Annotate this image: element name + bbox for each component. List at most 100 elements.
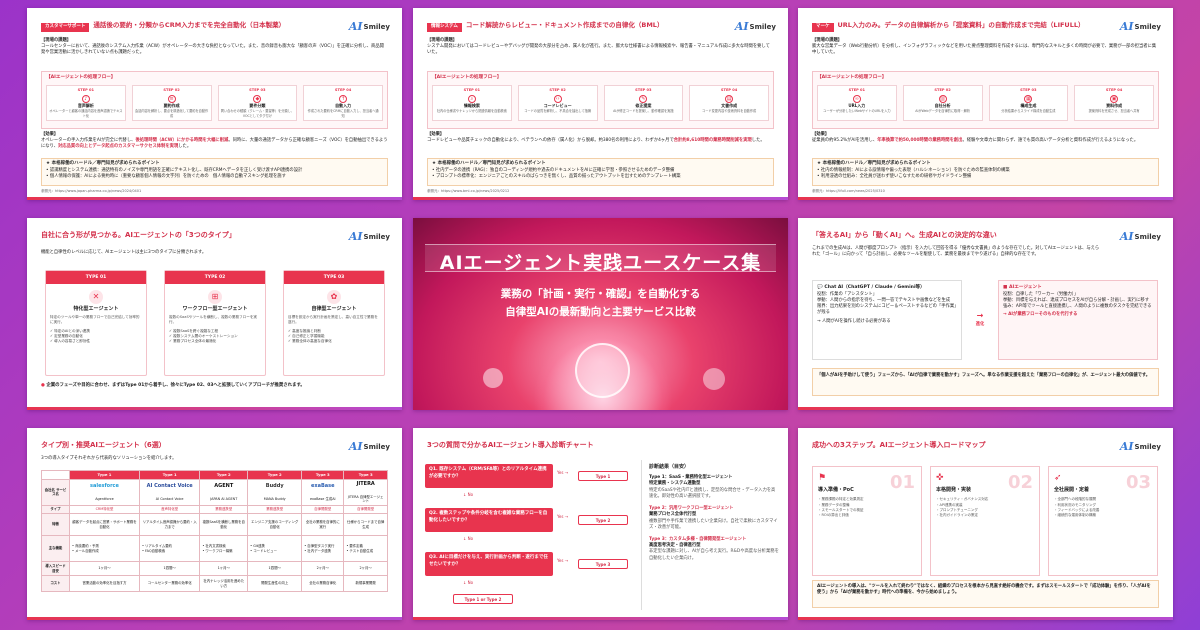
case-title: URL入力のみ。データの自律解析から「提案資料」の自動作成まで完結（LIFULL… <box>837 21 1085 29</box>
hint-box: ★ 本格稼働のハードル／専門知見が求められるポイント • 社内データの連携（RAG… <box>427 158 774 186</box>
brand-logo: AI Smiley <box>734 20 776 33</box>
flow-step: STEP 01 ∞ URL入力 ユーザーが分析したいWebサイトのURLを入力 <box>817 85 897 121</box>
tools-icon: ✜ <box>936 473 944 483</box>
slide-recommended-agents: タイプ別・推奨AIエージェント（6選） AI Smiley 3つの導入タイプそれぞ… <box>27 428 402 620</box>
reference-link[interactable]: 参照元：https://www.bml.co.jp/news/2025/0212 <box>427 189 509 194</box>
service-cell: AGENT JAPAN AI AGENT <box>199 478 249 507</box>
comparison-table: Type 1 Type 1 Type 2 Type 2 Type 3 Type 3 会社名… <box>41 470 388 593</box>
result-section: 【効果】 オペレーターの手入力作業をAIが完全に代替し、後処理時間（ACW）にかか… <box>41 132 388 150</box>
roadmap-step: 03 ➶ 全社展開・定着 ・全部門への段階的な展開 ・利用状況のモニタリング ・フィードバ… <box>1048 466 1158 576</box>
lightbulb-icon: ● <box>41 383 45 388</box>
flow-step: STEP 03 ✎ 修正提案 AIが修正コードを提案し、動作確認を実施 <box>603 85 684 121</box>
slide-roadmap: 成功への3ステップ。AIエージェント導入ロードマップ AI Smiley 01 ⚑ 導… <box>798 428 1173 620</box>
summary-box: 「個人がAIを手助けして使う」フェーズから、「AIが自律で業務を動かす」フェーズ… <box>812 368 1159 396</box>
closing-note: AIエージェントの導入は、"ツールを入れて終わり"ではなく、組織のプロセスを根本… <box>812 580 1159 608</box>
flow-step: STEP 02 ≡ 要約作成 会話内容を解析し、要点を構造化して要約を自動作成 <box>131 85 212 121</box>
brand-logo: AI Smiley <box>1119 440 1161 453</box>
arrow-right-icon: → <box>564 470 569 475</box>
rocket-icon: ➶ <box>1054 473 1062 483</box>
service-cell: exaBase exaBase 生成AI <box>301 478 345 507</box>
brand-logo: AI Smiley <box>1119 20 1161 33</box>
issue-section: 【現場の課題】 膨大な営業データ（Web行動分析）を分析し、インフォグラフィックな… <box>812 38 1157 56</box>
roadmap-step: 01 ⚑ 導入準備・PoC ・業務課題の特定と効果測定 ・業務データの整備 ・スモールスタ… <box>812 466 922 576</box>
cover-title: AIエージェント実践ユースケース集 <box>439 252 762 274</box>
arrow-down-icon: ↓ <box>463 580 467 585</box>
flow-step: STEP 04 ▤ 文書作成 コード変更内容や技術資料を自動作成 <box>689 85 769 121</box>
hint-box: ★ 本格稼働のハードル／専門知見が求められるポイント • 認識精度とシステム連携：… <box>41 158 388 186</box>
slide-difference: 「答えるAI」から「動くAI」へ。生成AIとの決定的な違い AI Smiley こ… <box>798 218 1173 410</box>
flow-step: STEP 01 ♪ 音声解析 オペレーターと顧客の通話内容を音声認識でテキスト化 <box>46 85 126 121</box>
flow-step: STEP 04 ↑ 自動入力 作成された要約をCRMに自動入力し、担当者へ通知 <box>303 85 383 121</box>
slide-case-it: 情報システム コード解読からレビュー・ドキュメント作成までの自律化（BML） AI… <box>413 8 788 200</box>
cover-subtitle-1: 業務の「計画・実行・確認」を自動化する <box>500 288 701 300</box>
type-card: TYPE 02 ⊞ ワークフロー型エージェント 複数のSaaSやツールを横断し、… <box>164 270 266 376</box>
slide-case-customer-support: カスタマーサポート 通話後の要約・分類からCRM入力までを完全自動化（日本製薬） … <box>27 8 402 200</box>
answer-type-1: Type 1 <box>578 471 628 481</box>
service-cell: JITERA JITERA 自律型エージェント <box>343 478 388 507</box>
slide-title: 成功への3ステップ。AIエージェント導入ロードマップ <box>812 441 986 449</box>
ai-agent-box: ■ AIエージェント 役割：自律した「ワーカー（労働力）」 挙動：目標を与えれば、… <box>998 280 1158 360</box>
reference-link[interactable]: 参照元：https://lifull.com/news/2025/0310 <box>812 189 885 194</box>
table-row: 特徴 顧客データを起点に営業・サポート業務を自動化 リアルタイム音声認識から要約・入… <box>41 513 388 537</box>
answer-type-2: Type 2 <box>578 515 628 525</box>
arrow-right-icon: → <box>564 558 569 563</box>
roadmap-step: 02 ✜ 本格開発・実装 ・セキュリティ・ガバナンス対応 ・API連携の実装 ・プロンプト… <box>930 466 1040 576</box>
robot-icon: ■ <box>1003 285 1008 290</box>
case-title: コード解読からレビュー・ドキュメント作成までの自律化（BML） <box>465 21 664 29</box>
chat-ai-box: 💬 Chat AI（ChatGPT / Claude / Gemini等） 役割… <box>812 280 962 360</box>
intro-text: これまでの生成AIは、人間が都度プロンプト（指示）を入力して回答を得る「優秀な文… <box>812 246 1100 258</box>
flow-box: 【AIエージェントの処理フロー】 STEP 01 ⌕ 情報検索 社内の仕様書やナレッジ… <box>427 71 774 129</box>
reference-link[interactable]: 参照元：https://www.japan-pharma.co.jp/news/… <box>41 189 141 194</box>
case-title: 通話後の要約・分類からCRM入力までを完全自動化（日本製薬） <box>93 21 286 29</box>
result-panel: 診断結果（目安） Type 1：SaaS・業務特化型エージェント 特定業務・システ… <box>649 464 779 561</box>
hint-box: ★ 本格稼働のハードル／専門知見が求められるポイント • 社内の情報統制：AIによ… <box>812 158 1159 186</box>
flow-step: STEP 04 ▣ 資料作成 提案資料を完成させ、担当者へ共有 <box>1074 85 1154 121</box>
issue-section: 【現場の課題】 システム開発においてはコードレビューやデバッグが開発の大部分を占め… <box>427 38 770 56</box>
table-row: 導入スピード目安 1ヶ月〜 1週間〜 1ヶ月〜 1週間〜 2ヶ月〜 2ヶ月〜 <box>41 561 388 577</box>
table-row: コスト 営業活動の効率化を目指す方 コールセンター業務の効率化 社内ナレッジ活用を進め… <box>41 575 388 593</box>
answer-type-1-or-2: Type 1 or Type 2 <box>453 594 513 604</box>
brand-logo: AI Smiley <box>348 20 390 33</box>
cover-subtitle-2: 自律型AIの最新動向と主要サービス比較 <box>505 306 696 318</box>
slide-case-marketing: マーケ URL入力のみ。データの自律解析から「提案資料」の自動作成まで完結（LIF… <box>798 8 1173 200</box>
slide-title: 「答えるAI」から「動くAI」へ。生成AIとの決定的な違い <box>812 231 997 239</box>
service-cell: Buddy MANA Buddy <box>247 478 303 507</box>
question-box: Q1. 既存システム（CRM/SFA等）とのリアルタイム連携が必要ですか？ <box>425 464 553 488</box>
intro-text: 機能と自律性のレベルに応じて、AIエージェントは主に3つのタイプに分類されます。 <box>41 250 207 255</box>
ai-orb-graphic <box>575 343 630 398</box>
brand-logo: AI Smiley <box>348 230 390 243</box>
result-section: 【効果】 コードレビューや品質チェックの自動化により、ベテランへの依存（属人化）か… <box>427 132 765 144</box>
arrow-down-icon: ↓ <box>463 536 467 541</box>
flow-step: STEP 01 ⌕ 情報検索 社内の仕様書やナレッジから関連情報を自動検索 <box>432 85 512 121</box>
question-box: Q2. 複数ステップや条件分岐を含む複雑な業務フローを自動化したいですか？ <box>425 508 553 532</box>
slide-title: タイプ別・推奨AIエージェント（6選） <box>41 441 166 449</box>
brand-logo: AI Smiley <box>348 440 390 453</box>
service-cell: AI Contact Voice AI Contact Voice <box>138 478 201 507</box>
result-section: 【効果】 従業員の約95.2%がAIを活用し、年率換算で約50,000時間の業務時… <box>812 132 1139 144</box>
type-card: TYPE 01 ✕ 特化型エージェント 特定のツールや単一の業務フローで自己完結… <box>45 270 147 376</box>
brand-logo: AI Smiley <box>1119 230 1161 243</box>
question-box: Q3. AIに目標だけを与え、実行計画から判断・遂行まで任せたいですか？ <box>425 552 553 576</box>
table-row: タイプ CRM特化型 音声特化型 業務連携型 業務連携型 自律開発型 自律開発型 <box>41 505 388 515</box>
gear-icon: ✕ <box>89 290 103 304</box>
arrow-right-icon: → <box>976 311 984 320</box>
flow-step: STEP 02 ‹› コードレビュー コードの品質を解析し、不具合を抽出して指摘 <box>517 85 598 121</box>
slide-title: 3つの質問で分かるAIエージェント導入診断チャート <box>427 441 594 449</box>
service-cell: salesforce Agentforce <box>69 478 140 507</box>
category-badge: マーケ <box>812 23 834 32</box>
flow-step: STEP 02 ▥ 自社分析 AIがWebデータを自律的に取得・解析 <box>902 85 983 121</box>
brain-icon: ✿ <box>327 290 341 304</box>
table-row: 主な機能 • 商談要約・予測 • メール自動作成 • リアルタイム要約 • FAQ自… <box>41 535 388 563</box>
flow-step: STEP 03 ◆ 要件分類 問い合わせの種類（クレーム・要望等）を分類し、VOCとし… <box>217 85 298 121</box>
slide-three-types: 自社に合う形が見つかる。AIエージェントの「3つのタイプ」 AI Smiley 機… <box>27 218 402 410</box>
network-icon: ⊞ <box>208 290 222 304</box>
type-card: TYPE 03 ✿ 自律型エージェント 目標を設定から実行計画を策定し、高い自立… <box>283 270 385 376</box>
flow-box: 【AIエージェントの処理フロー】 STEP 01 ∞ URL入力 ユーザーが分析したい… <box>812 71 1159 129</box>
flow-box: 【AIエージェントの処理フロー】 STEP 01 ♪ 音声解析 オペレーターと顧客の通… <box>41 71 388 129</box>
arrow-right-icon: → <box>564 514 569 519</box>
slide-title: 自社に合う形が見つかる。AIエージェントの「3つのタイプ」 <box>41 231 236 239</box>
chat-icon: 💬 <box>817 285 823 290</box>
category-badge: カスタマーサポート <box>41 23 90 32</box>
cover-slide: AIエージェント実践ユースケース集 業務の「計画・実行・確認」を自動化する 自律… <box>413 218 788 410</box>
flow-step: STEP 03 ▦ 構成生成 分析結果からスライド構成を自動生成 <box>988 85 1069 121</box>
